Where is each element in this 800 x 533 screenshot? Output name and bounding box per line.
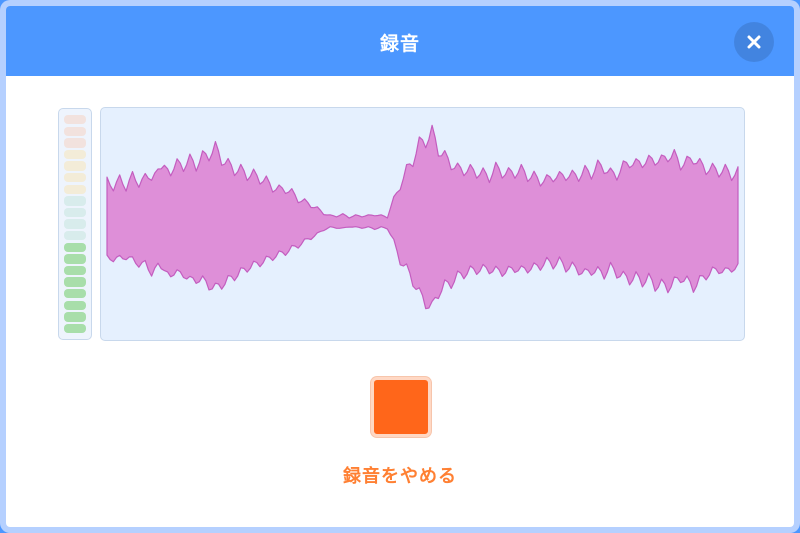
- level-segment: [64, 161, 86, 171]
- level-segment: [64, 138, 86, 148]
- waveform-graphic: [106, 124, 739, 310]
- level-segment: [64, 219, 86, 229]
- level-segment: [64, 288, 86, 299]
- close-icon: [747, 35, 761, 49]
- level-segment: [64, 265, 86, 276]
- level-segment: [64, 207, 86, 218]
- level-segment: [64, 184, 86, 194]
- level-segment: [64, 312, 86, 322]
- level-segment: [64, 230, 86, 241]
- level-segment: [64, 126, 86, 136]
- level-segment: [64, 300, 86, 310]
- waveform-shape: [106, 124, 739, 310]
- input-level-meter: [58, 108, 92, 340]
- stop-recording-button[interactable]: [371, 377, 431, 437]
- dialog-title: 録音: [379, 33, 420, 55]
- level-segment: [64, 172, 86, 183]
- level-segment: [64, 115, 86, 125]
- close-button[interactable]: [734, 22, 774, 62]
- waveform-display: [100, 107, 745, 341]
- level-segment: [64, 323, 86, 334]
- level-segment: [64, 242, 86, 252]
- stop-recording-label[interactable]: 録音をやめる: [6, 462, 794, 488]
- record-dialog: 録音 録音をやめる: [0, 0, 800, 533]
- level-segment: [64, 254, 86, 264]
- level-segment: [64, 196, 86, 206]
- level-segment: [64, 277, 86, 287]
- dialog-header: 録音: [6, 6, 794, 76]
- level-segment: [64, 149, 86, 160]
